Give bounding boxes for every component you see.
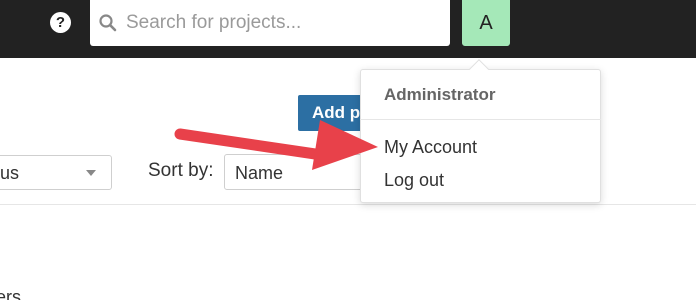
search-icon [99,14,117,32]
sort-label: Sort by: [148,160,214,181]
chevron-down-icon [86,170,96,176]
user-avatar-button[interactable]: A [462,0,510,46]
dropdown-divider [360,119,601,120]
menu-item-my-account[interactable]: My Account [384,137,477,158]
divider [0,204,696,205]
dropdown-username: Administrator [384,85,496,104]
partial-content-text: ers [0,287,22,300]
status-filter-value: us [0,163,20,183]
sort-select-value: Name [235,163,284,183]
help-circle-icon[interactable]: ? [50,12,71,33]
search-input[interactable] [126,8,442,38]
menu-item-log-out[interactable]: Log out [384,170,444,191]
